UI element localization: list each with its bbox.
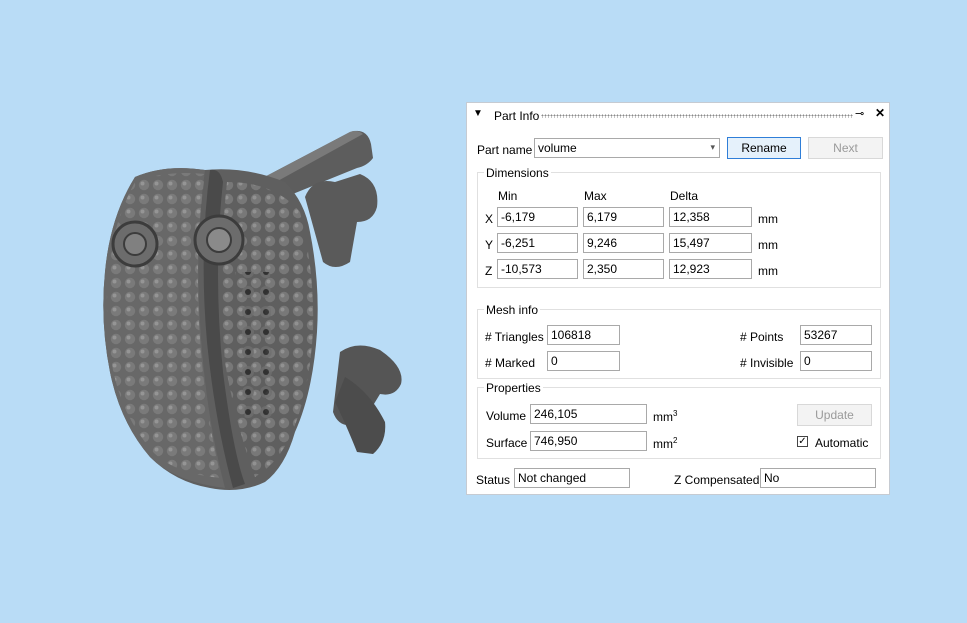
y-min-field[interactable]: -6,251 <box>497 233 578 253</box>
collapse-arrow-icon[interactable]: ▼ <box>473 108 483 119</box>
volume-unit: mm3 <box>653 409 678 424</box>
part-name-value: volume <box>538 141 577 155</box>
z-max-field[interactable]: 2,350 <box>583 259 664 279</box>
panel-title: Part Info <box>494 109 540 123</box>
points-field[interactable]: 53267 <box>800 325 872 345</box>
surface-unit: mm2 <box>653 436 678 451</box>
next-button[interactable]: Next <box>808 137 883 159</box>
status-label: Status <box>476 473 511 487</box>
x-delta-field[interactable]: 12,358 <box>669 207 752 227</box>
volume-label: Volume <box>486 409 527 423</box>
volume-field[interactable]: 246,105 <box>530 404 647 424</box>
panel-titlebar[interactable]: ▼ Part Info ⊸ ✕ <box>467 103 889 127</box>
dimensions-title: Dimensions <box>484 166 551 180</box>
rename-button[interactable]: Rename <box>727 137 801 159</box>
invisible-label: # Invisible <box>740 356 794 370</box>
update-button[interactable]: Update <box>797 404 872 426</box>
pin-icon[interactable]: ⊸ <box>855 107 864 120</box>
invisible-field[interactable]: 0 <box>800 351 872 371</box>
automatic-checkbox[interactable]: ✓ <box>797 436 808 447</box>
3d-model-render[interactable] <box>95 122 410 494</box>
drag-grip[interactable] <box>541 114 853 118</box>
z-unit-label: mm <box>758 264 778 278</box>
axis-z-label: Z <box>485 264 493 278</box>
y-delta-field[interactable]: 15,497 <box>669 233 752 253</box>
col-min-label: Min <box>498 189 518 203</box>
marked-label: # Marked <box>485 356 536 370</box>
surface-label: Surface <box>486 436 528 450</box>
x-unit-label: mm <box>758 212 778 226</box>
y-max-field[interactable]: 9,246 <box>583 233 664 253</box>
part-info-panel: ▼ Part Info ⊸ ✕ Part name volume ▾ Renam… <box>466 102 890 495</box>
part-name-label: Part name <box>477 143 533 157</box>
automatic-label: Automatic <box>815 436 869 450</box>
triangles-label: # Triangles <box>485 330 544 344</box>
y-unit-label: mm <box>758 238 778 252</box>
part-name-combobox[interactable]: volume ▾ <box>534 138 720 158</box>
z-compensated-field[interactable]: No <box>760 468 876 488</box>
chevron-down-icon[interactable]: ▾ <box>710 140 715 154</box>
axis-y-label: Y <box>485 238 494 252</box>
points-label: # Points <box>740 330 784 344</box>
z-delta-field[interactable]: 12,923 <box>669 259 752 279</box>
surface-field[interactable]: 746,950 <box>530 431 647 451</box>
check-icon: ✓ <box>798 436 807 447</box>
mesh-info-title: Mesh info <box>484 303 541 317</box>
col-delta-label: Delta <box>670 189 699 203</box>
close-icon[interactable]: ✕ <box>875 106 885 120</box>
triangles-field[interactable]: 106818 <box>547 325 620 345</box>
properties-title: Properties <box>484 381 543 395</box>
x-max-field[interactable]: 6,179 <box>583 207 664 227</box>
z-compensated-label: Z Compensated <box>674 473 760 487</box>
z-min-field[interactable]: -10,573 <box>497 259 578 279</box>
axis-x-label: X <box>485 212 494 226</box>
col-max-label: Max <box>584 189 607 203</box>
status-field[interactable]: Not changed <box>514 468 630 488</box>
x-min-field[interactable]: -6,179 <box>497 207 578 227</box>
marked-field[interactable]: 0 <box>547 351 620 371</box>
